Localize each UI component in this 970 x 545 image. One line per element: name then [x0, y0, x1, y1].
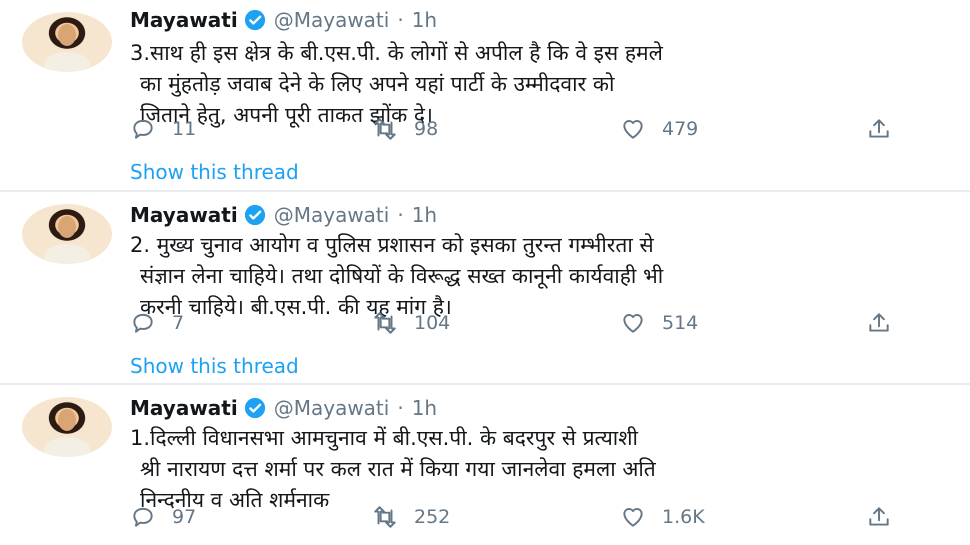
tweet[interactable]: Mayawati @Mayawati · 1h 2. मुख्य चुनाव आ… [0, 192, 970, 382]
avatar[interactable] [22, 397, 112, 457]
separator-dot: · [397, 396, 404, 420]
tweet-text-line: संज्ञान लेना चाहिये। तथा दोषियों के विरू… [140, 264, 664, 288]
author-name[interactable]: Mayawati [130, 203, 238, 227]
author-name[interactable]: Mayawati [130, 8, 238, 32]
tweet-actions: 97 252 1.6K [130, 504, 910, 534]
like-count: 479 [662, 118, 699, 140]
share-icon [869, 119, 889, 138]
timestamp[interactable]: 1h [412, 396, 437, 420]
verified-badge-icon [244, 204, 265, 226]
author-handle[interactable]: @Mayawati [274, 396, 390, 420]
author-handle[interactable]: @Mayawati [274, 8, 390, 32]
retweet-button[interactable]: 98 [372, 116, 438, 142]
avatar[interactable] [22, 12, 112, 72]
tweet-text-line: 1.दिल्ली विधानसभा आमचुनाव में बी.एस.पी. … [130, 426, 638, 450]
like-count: 1.6K [662, 506, 705, 528]
retweet-icon [374, 118, 396, 140]
like-button[interactable]: 1.6K [620, 504, 705, 530]
tweet-text: 1.दिल्ली विधानसभा आमचुनाव में बी.एस.पी. … [130, 423, 656, 516]
show-thread-link[interactable]: Show this thread [130, 354, 299, 378]
tweet-text-line: श्री नारायण दत्त शर्मा पर कल रात में किय… [140, 457, 656, 481]
tweet-text-line: 3.साथ ही इस क्षेत्र के बी.एस.पी. के लोगो… [130, 41, 663, 65]
author-handle[interactable]: @Mayawati [274, 203, 390, 227]
tweet-text-line: 2. मुख्य चुनाव आयोग व पुलिस प्रशासन को इ… [130, 233, 654, 257]
reply-count: 7 [172, 312, 185, 334]
reply-button[interactable]: 97 [130, 504, 196, 530]
like-button[interactable]: 514 [620, 310, 698, 336]
retweet-button[interactable]: 252 [372, 504, 450, 530]
author-name[interactable]: Mayawati [130, 396, 238, 420]
tweet-text-line: का मुंहतोड़ जवाब देने के लिए अपने यहां प… [140, 72, 615, 96]
retweet-count: 252 [414, 506, 451, 528]
reply-count: 97 [172, 506, 197, 528]
show-thread-link[interactable]: Show this thread [130, 160, 299, 184]
share-icon [869, 507, 889, 526]
retweet-icon [374, 506, 396, 528]
like-count: 514 [662, 312, 699, 334]
verified-badge-icon [244, 9, 265, 31]
avatar[interactable] [22, 204, 112, 264]
tweet-actions: 11 98 479 [130, 116, 910, 146]
like-icon [623, 314, 643, 333]
reply-button[interactable]: 7 [130, 310, 184, 336]
share-button[interactable] [866, 116, 892, 142]
share-button[interactable] [866, 504, 892, 530]
reply-count: 11 [172, 118, 197, 140]
share-button[interactable] [866, 310, 892, 336]
timestamp[interactable]: 1h [412, 203, 437, 227]
reply-icon [133, 507, 153, 527]
like-button[interactable]: 479 [620, 116, 698, 142]
tweet-actions: 7 104 514 [130, 310, 910, 340]
retweet-button[interactable]: 104 [372, 310, 450, 336]
separator-dot: · [397, 203, 404, 227]
like-icon [623, 120, 643, 139]
retweet-icon [374, 312, 396, 334]
reply-icon [133, 119, 153, 139]
tweet[interactable]: Mayawati @Mayawati · 1h 3.साथ ही इस क्षे… [0, 0, 970, 190]
share-icon [869, 313, 889, 332]
retweet-count: 98 [414, 118, 439, 140]
reply-icon [133, 313, 153, 333]
tweet[interactable]: Mayawati @Mayawati · 1h 1.दिल्ली विधानसभ… [0, 385, 970, 545]
retweet-count: 104 [414, 312, 451, 334]
separator-dot: · [397, 8, 404, 32]
like-icon [623, 508, 643, 527]
verified-badge-icon [244, 397, 265, 419]
reply-button[interactable]: 11 [130, 116, 196, 142]
timestamp[interactable]: 1h [412, 8, 437, 32]
